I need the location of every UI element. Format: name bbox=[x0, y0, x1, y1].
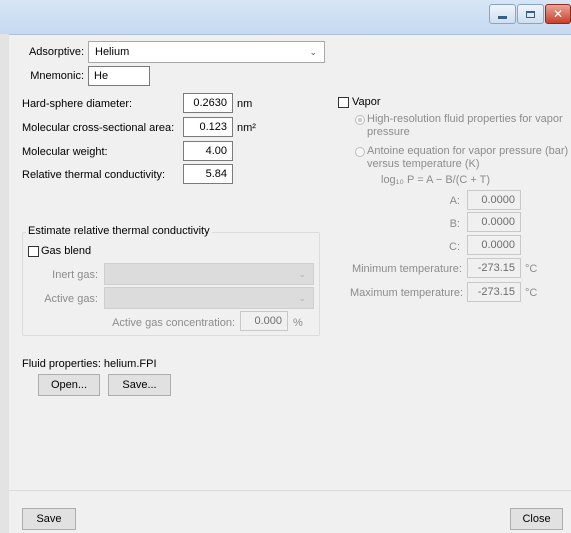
thermal-conductivity-input[interactable]: 5.84 bbox=[183, 164, 233, 184]
cross-section-input[interactable]: 0.123 bbox=[183, 117, 233, 137]
min-temp-unit: °C bbox=[525, 263, 538, 275]
antoine-equation: log₁₀ P = A − B/(C + T) bbox=[381, 174, 491, 186]
hard-sphere-label: Hard-sphere diameter: bbox=[22, 98, 133, 110]
minimize-icon bbox=[498, 15, 507, 19]
fluid-properties-label: Fluid properties: helium.FPI bbox=[22, 358, 157, 370]
gas-blend-checkbox[interactable] bbox=[28, 246, 39, 257]
save-button[interactable]: Save bbox=[22, 508, 76, 530]
inert-gas-label: Inert gas: bbox=[52, 269, 98, 281]
estimate-group-title: Estimate relative thermal conductivity bbox=[26, 225, 212, 237]
thermal-conductivity-label: Relative thermal conductivity: bbox=[22, 169, 166, 181]
vapor-label: Vapor bbox=[352, 96, 381, 108]
cross-section-unit: nm² bbox=[237, 122, 256, 134]
fluid-save-button[interactable]: Save... bbox=[108, 374, 171, 396]
vapor-checkbox[interactable] bbox=[338, 97, 349, 108]
hard-sphere-input[interactable]: 0.2630 bbox=[183, 93, 233, 113]
maximize-button[interactable] bbox=[517, 4, 544, 24]
max-temp-unit: °C bbox=[525, 287, 538, 299]
adsorptive-select[interactable]: Helium ⌄ bbox=[88, 41, 325, 63]
antoine-radio[interactable] bbox=[355, 147, 365, 157]
concentration-unit: % bbox=[293, 317, 303, 329]
adsorptive-value: Helium bbox=[95, 46, 130, 58]
close-button[interactable]: Close bbox=[510, 508, 563, 530]
b-input[interactable]: 0.0000 bbox=[467, 212, 521, 232]
gas-blend-label: Gas blend bbox=[41, 245, 92, 257]
min-temp-label: Minimum temperature: bbox=[351, 263, 462, 275]
chevron-down-icon: ⌄ bbox=[309, 47, 317, 57]
mnemonic-input[interactable]: He bbox=[88, 66, 150, 86]
antoine-label-1: Antoine equation for vapor pressure (bar… bbox=[367, 145, 569, 157]
molecular-weight-label: Molecular weight: bbox=[22, 146, 108, 158]
a-input[interactable]: 0.0000 bbox=[467, 190, 521, 210]
max-temp-label: Maximum temperature: bbox=[350, 287, 464, 299]
molecular-weight-input[interactable]: 4.00 bbox=[183, 141, 233, 161]
footer-separator bbox=[9, 490, 571, 491]
a-label: A: bbox=[449, 195, 460, 207]
window-left-edge bbox=[0, 34, 9, 533]
title-bar: ✕ bbox=[0, 0, 571, 35]
inert-gas-select[interactable]: ⌄ bbox=[104, 263, 314, 285]
active-gas-label: Active gas: bbox=[44, 293, 98, 305]
c-label: C: bbox=[449, 241, 460, 253]
c-input[interactable]: 0.0000 bbox=[467, 235, 521, 255]
hard-sphere-unit: nm bbox=[237, 98, 253, 110]
close-window-button[interactable]: ✕ bbox=[545, 4, 571, 24]
maximize-icon bbox=[526, 10, 535, 18]
open-button[interactable]: Open... bbox=[38, 374, 100, 396]
max-temp-input[interactable]: -273.15 bbox=[467, 282, 521, 302]
active-gas-select[interactable]: ⌄ bbox=[104, 287, 314, 309]
high-resolution-label-1: High-resolution fluid properties for vap… bbox=[367, 113, 563, 125]
cross-section-label: Molecular cross-sectional area: bbox=[22, 122, 175, 134]
minimize-button[interactable] bbox=[489, 4, 516, 24]
min-temp-input[interactable]: -273.15 bbox=[467, 258, 521, 278]
chevron-down-icon: ⌄ bbox=[298, 293, 306, 303]
high-resolution-label-2: pressure bbox=[367, 126, 410, 138]
mnemonic-label: Mnemonic: bbox=[30, 70, 84, 82]
close-icon: ✕ bbox=[552, 7, 564, 21]
adsorptive-label: Adsorptive: bbox=[28, 46, 84, 58]
chevron-down-icon: ⌄ bbox=[298, 269, 306, 279]
antoine-label-2: versus temperature (K) bbox=[367, 158, 480, 170]
b-label: B: bbox=[449, 218, 460, 230]
concentration-label: Active gas concentration: bbox=[112, 317, 235, 329]
high-resolution-radio[interactable] bbox=[355, 115, 365, 125]
concentration-input[interactable]: 0.000 bbox=[240, 311, 288, 331]
